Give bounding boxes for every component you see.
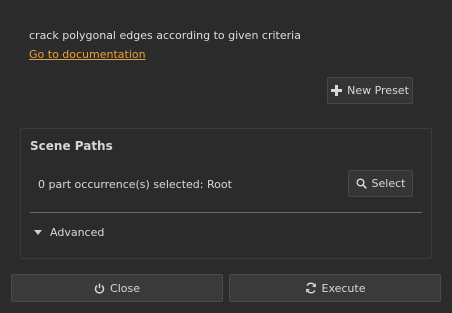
select-label: Select <box>371 177 406 190</box>
section-divider <box>30 212 422 213</box>
new-preset-button[interactable]: New Preset <box>327 77 413 104</box>
advanced-toggle[interactable]: Advanced <box>34 226 104 239</box>
execute-button[interactable]: Execute <box>229 274 441 302</box>
plus-icon <box>331 85 343 96</box>
power-icon <box>94 283 105 294</box>
selection-status: 0 part occurrence(s) selected: Root <box>38 178 232 191</box>
refresh-icon <box>305 282 317 294</box>
close-button[interactable]: Close <box>11 274 223 302</box>
search-icon <box>356 178 367 189</box>
advanced-label: Advanced <box>50 226 105 239</box>
scene-paths-title: Scene Paths <box>30 139 113 153</box>
execute-label: Execute <box>321 281 366 295</box>
new-preset-label: New Preset <box>347 84 409 97</box>
triangle-down-icon <box>34 229 42 236</box>
close-label: Close <box>110 281 140 295</box>
select-button[interactable]: Select <box>348 170 413 197</box>
tool-description: crack polygonal edges according to given… <box>29 29 301 42</box>
scene-paths-panel: Scene Paths 0 part occurrence(s) selecte… <box>20 128 432 259</box>
documentation-link[interactable]: Go to documentation <box>29 48 146 61</box>
